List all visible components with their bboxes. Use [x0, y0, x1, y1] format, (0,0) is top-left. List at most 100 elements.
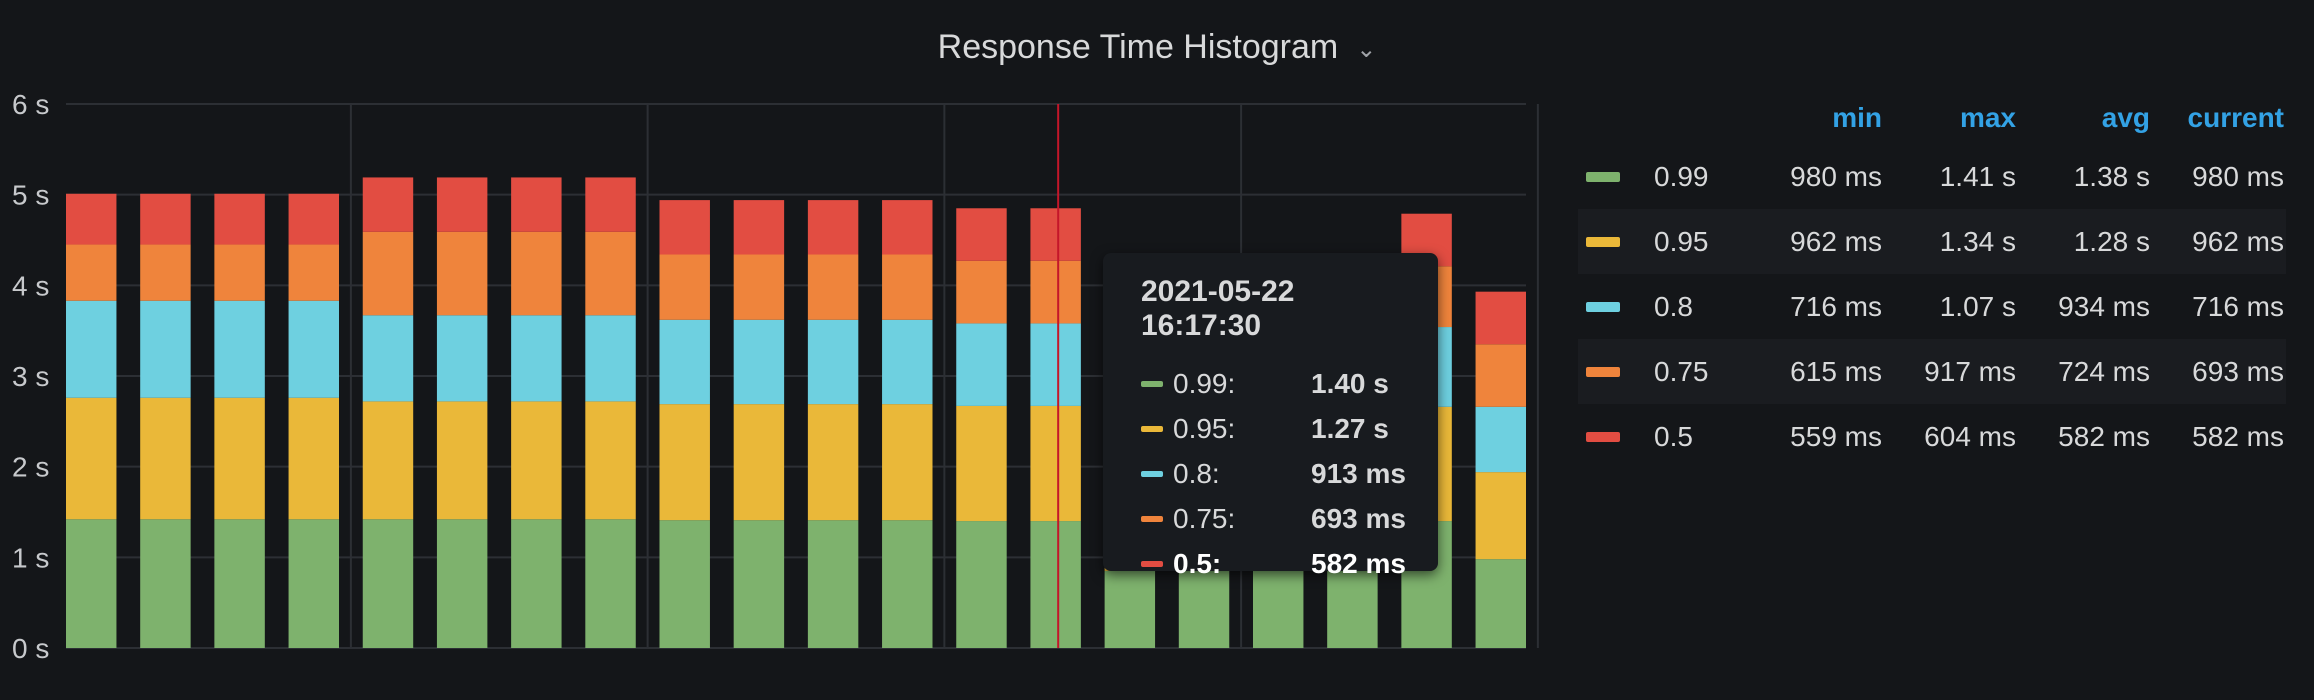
bar-0-99: [882, 520, 933, 648]
legend-header-current[interactable]: current: [2150, 102, 2284, 134]
bar-0-75: [362, 231, 414, 316]
bar-0-75: [659, 254, 710, 320]
bar-0-8: [807, 319, 859, 405]
bar-0-8: [1475, 406, 1526, 473]
tooltip-row: 0.8: 913 ms: [1123, 451, 1418, 496]
bar-0-75: [585, 231, 636, 316]
bar-0-8: [214, 300, 265, 398]
bar-0-95: [436, 401, 488, 520]
bar-0-99: [956, 521, 1007, 648]
bar-0-5: [1475, 291, 1526, 345]
legend-min: 980 ms: [1790, 160, 1882, 192]
tooltip-value: 582 ms: [1311, 547, 1406, 579]
bar-0-99: [585, 519, 636, 648]
legend-row-0-99[interactable]: 0.99 980 ms 1.41 s 1.38 s 980 ms: [1578, 144, 2286, 209]
bar-0-99: [511, 519, 562, 648]
bar-0-95: [1030, 405, 1081, 522]
bar-0-8: [733, 319, 785, 405]
bar-0-5: [288, 193, 340, 245]
bar-0-75: [1475, 344, 1526, 407]
bar-0-75: [511, 231, 562, 316]
legend-header-row: min max avg current: [1578, 92, 2286, 144]
tooltip-label: 0.8:: [1173, 457, 1220, 489]
bar-0-99: [362, 519, 414, 648]
legend-swatch[interactable]: [1578, 431, 1644, 442]
bar-0-99: [436, 519, 488, 648]
legend-swatch[interactable]: [1578, 171, 1644, 182]
bar-0-8: [66, 300, 117, 398]
bar-0-5: [956, 208, 1007, 261]
legend-current: 693 ms: [2192, 355, 2284, 387]
legend-header-min[interactable]: min: [1748, 102, 1882, 134]
legend-row-0-75[interactable]: 0.75 615 ms 917 ms 724 ms 693 ms: [1578, 339, 2286, 404]
tooltip-label: 0.95:: [1173, 412, 1236, 444]
bar-0-5: [436, 177, 488, 232]
bar-0-8: [659, 319, 710, 405]
bar-0-75: [807, 254, 859, 320]
bar-0-99: [214, 519, 265, 648]
legend-min: 559 ms: [1790, 420, 1882, 452]
bar-0-99: [1030, 521, 1081, 648]
tooltip-row: 0.95: 1.27 s: [1123, 406, 1418, 451]
legend-header-avg[interactable]: avg: [2016, 102, 2150, 134]
bar-0-5: [882, 200, 933, 255]
legend-swatch[interactable]: [1578, 366, 1644, 377]
y-tick-label: 1 s: [12, 542, 49, 573]
bar-0-8: [1030, 323, 1081, 406]
tooltip-swatch: [1141, 380, 1163, 387]
legend-swatch[interactable]: [1578, 301, 1644, 312]
bar-0-99: [659, 520, 710, 648]
bar-0-5: [66, 193, 117, 245]
bar-0-8: [585, 315, 636, 402]
legend-series-name[interactable]: 0.75: [1644, 356, 1748, 388]
bar-0-75: [436, 231, 488, 316]
bar-0-5: [733, 200, 785, 255]
bar-0-8: [956, 323, 1007, 406]
legend-row-0-95[interactable]: 0.95 962 ms 1.34 s 1.28 s 962 ms: [1578, 209, 2286, 274]
legend-header-max[interactable]: max: [1882, 102, 2016, 134]
bar-0-5: [511, 177, 562, 232]
y-tick-label: 3 s: [12, 361, 49, 392]
tooltip-row: 0.5: 582 ms: [1123, 541, 1418, 586]
y-tick-label: 5 s: [12, 180, 49, 211]
bar-0-75: [1030, 260, 1081, 324]
tooltip-swatch: [1141, 515, 1163, 522]
y-tick-label: 6 s: [12, 89, 49, 120]
bar-0-8: [436, 315, 488, 402]
legend-swatch[interactable]: [1578, 236, 1644, 247]
bar-0-99: [807, 520, 859, 648]
legend-avg: 724 ms: [2058, 355, 2150, 387]
legend-min: 962 ms: [1790, 225, 1882, 257]
y-tick-label: 2 s: [12, 452, 49, 483]
legend-series-name[interactable]: 0.5: [1644, 421, 1748, 453]
legend-row-0-5[interactable]: 0.5 559 ms 604 ms 582 ms 582 ms: [1578, 404, 2286, 469]
bar-0-75: [214, 244, 265, 301]
legend-avg: 934 ms: [2058, 290, 2150, 322]
bar-0-8: [362, 315, 414, 402]
bar-0-95: [659, 404, 710, 521]
bar-0-75: [733, 254, 785, 320]
tooltip-value: 1.40 s: [1311, 367, 1389, 399]
legend-current: 716 ms: [2192, 290, 2284, 322]
legend-series-name[interactable]: 0.99: [1644, 161, 1748, 193]
bar-0-95: [733, 404, 785, 521]
bar-0-75: [288, 244, 340, 301]
bar-0-95: [288, 397, 340, 520]
tooltip-label: 0.75:: [1173, 502, 1236, 534]
legend-row-0-8[interactable]: 0.8 716 ms 1.07 s 934 ms 716 ms: [1578, 274, 2286, 339]
tooltip-value: 913 ms: [1311, 457, 1406, 489]
tooltip-label: 0.5:: [1173, 547, 1222, 579]
legend-series-name[interactable]: 0.8: [1644, 291, 1748, 323]
bar-0-95: [585, 401, 636, 520]
tooltip-value: 693 ms: [1311, 502, 1406, 534]
bar-0-5: [585, 177, 636, 232]
bar-0-99: [1475, 559, 1526, 648]
bar-0-99: [66, 519, 117, 648]
legend-series-name[interactable]: 0.95: [1644, 226, 1748, 258]
legend-table: min max avg current 0.99 980 ms 1.41 s 1.38…: [1578, 92, 2286, 469]
bar-0-99: [733, 520, 785, 648]
tooltip-swatch: [1141, 560, 1163, 567]
bar-0-5: [1030, 208, 1081, 261]
bar-0-75: [882, 254, 933, 320]
bar-0-8: [511, 315, 562, 402]
